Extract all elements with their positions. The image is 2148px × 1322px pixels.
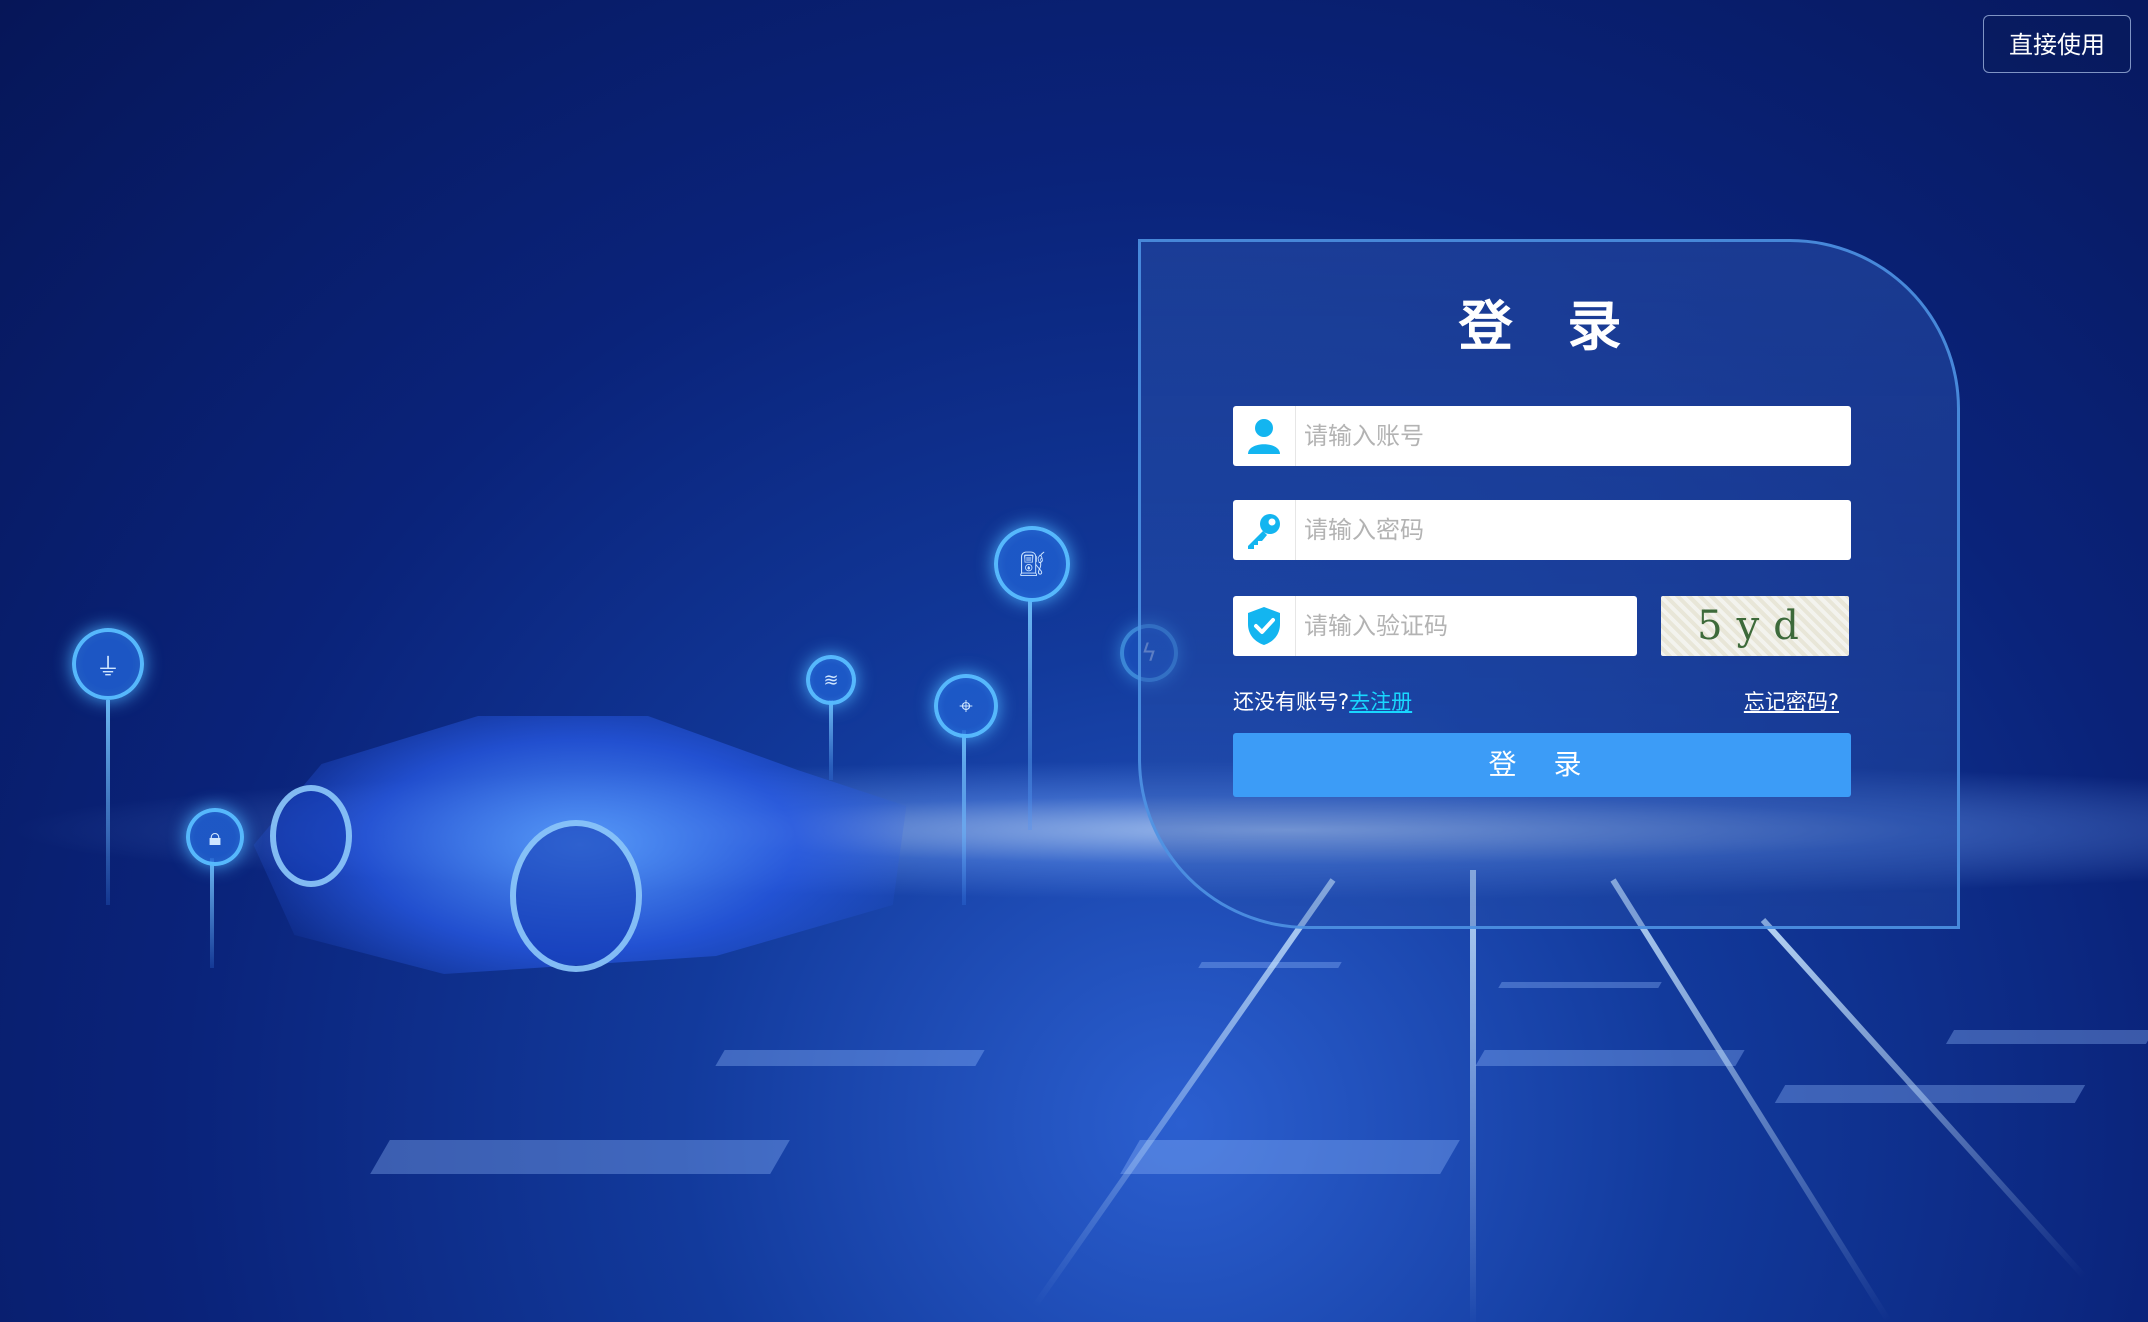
pin-pole <box>106 700 110 905</box>
light-beam <box>1470 870 1476 1322</box>
username-input[interactable] <box>1296 407 1851 465</box>
captcha-input[interactable] <box>1296 597 1637 655</box>
pin-pole <box>829 700 833 780</box>
username-field[interactable] <box>1233 406 1851 466</box>
shield-check-icon <box>1233 596 1296 656</box>
password-input[interactable] <box>1296 501 1851 559</box>
login-card: 登 录 5yd 还没有账号?去注册 <box>1138 239 1960 929</box>
floor-tile <box>370 1140 790 1174</box>
captcha-field[interactable] <box>1233 596 1637 656</box>
light-beam <box>1032 878 1336 1308</box>
car-wheel <box>510 820 642 972</box>
password-field[interactable] <box>1233 500 1851 560</box>
user-icon <box>1233 406 1296 466</box>
register-link[interactable]: 去注册 <box>1349 690 1412 714</box>
floor-tile <box>1498 982 1662 988</box>
pin-pole <box>962 730 966 905</box>
floor-tile <box>1475 1050 1745 1066</box>
pin-pole <box>210 858 214 968</box>
lock-icon: 🔒︎ <box>186 808 244 866</box>
captcha-image[interactable]: 5yd <box>1661 596 1849 656</box>
login-button[interactable]: 登 录 <box>1233 733 1851 797</box>
floor-tile <box>715 1050 985 1066</box>
location-pin-icon: ⌖ <box>934 674 998 738</box>
login-title: 登 录 <box>1458 295 1640 358</box>
floor-tile <box>1945 1030 2148 1044</box>
no-account-text: 还没有账号? <box>1233 690 1350 714</box>
charging-plug-icon: ⏚ <box>72 628 144 700</box>
pin-pole <box>1028 600 1032 830</box>
floor-tile <box>1120 1140 1460 1174</box>
fuel-pump-icon: ⛽︎ <box>994 526 1070 602</box>
key-icon <box>1233 500 1296 560</box>
wifi-icon: ≋ <box>806 655 856 705</box>
forgot-password-link[interactable]: 忘记密码? <box>1744 686 1839 716</box>
account-links: 还没有账号?去注册 忘记密码? <box>1233 686 1849 716</box>
direct-use-button[interactable]: 直接使用 <box>1983 15 2131 73</box>
car-wheel <box>270 785 352 887</box>
